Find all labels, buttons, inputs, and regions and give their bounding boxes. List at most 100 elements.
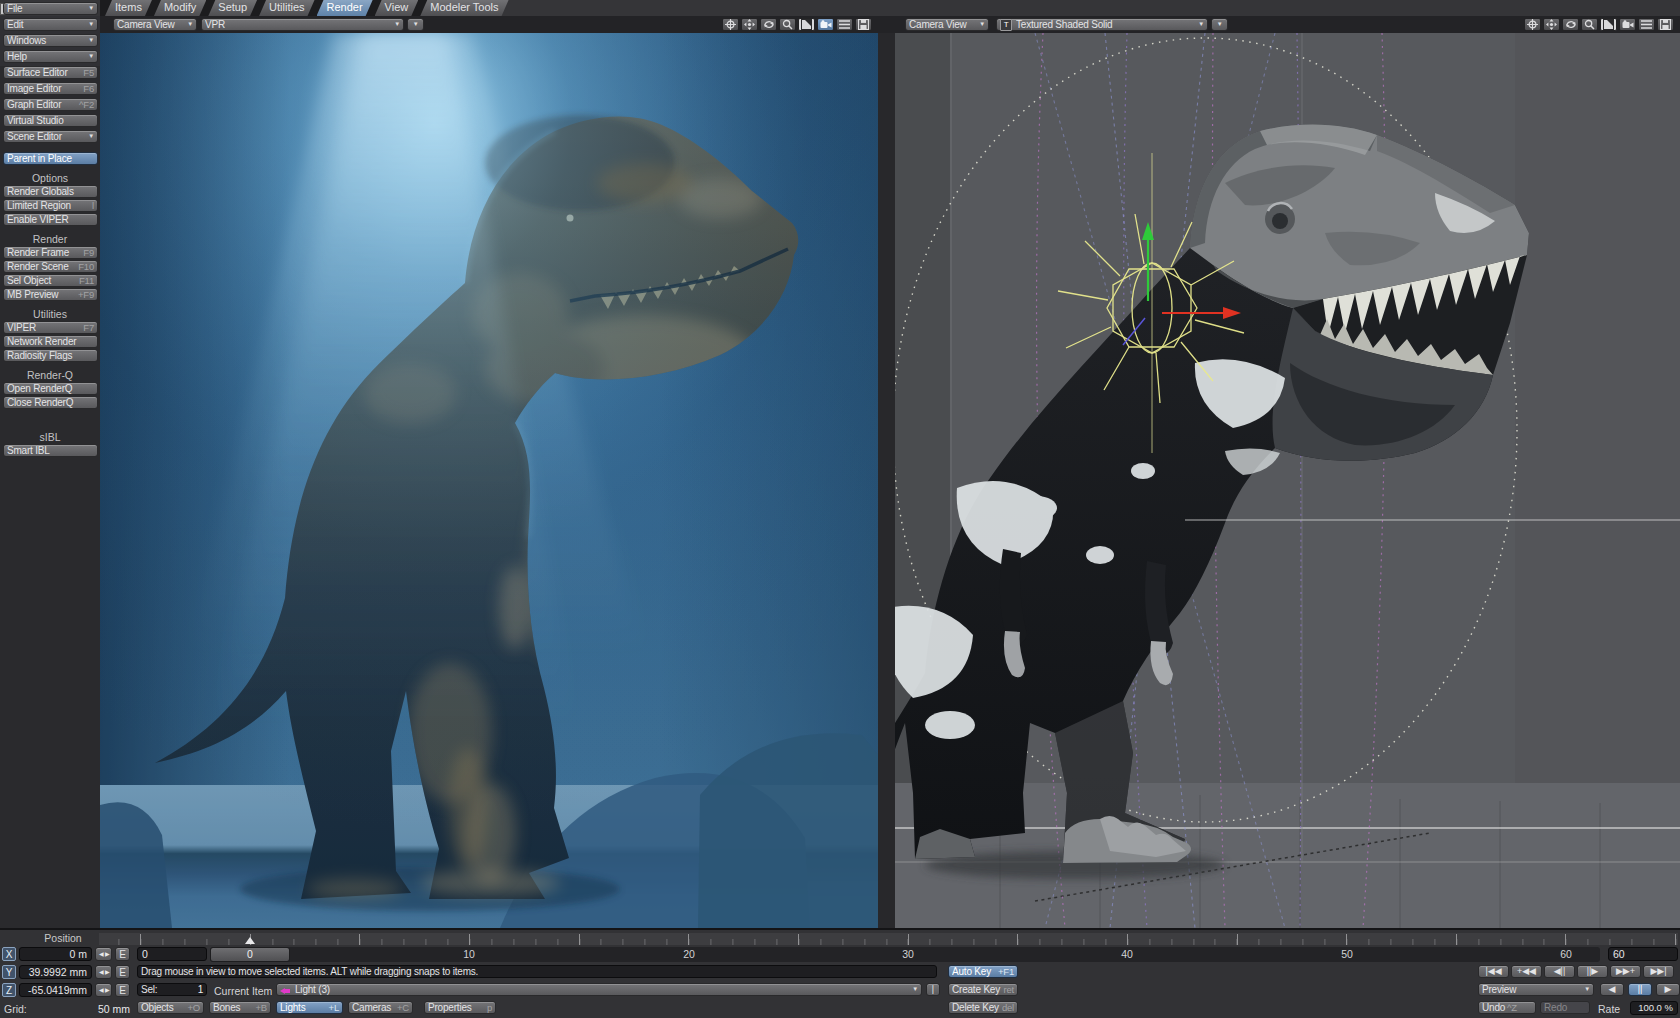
prev-key-button[interactable]: +◀◀ <box>1511 965 1542 978</box>
zoom-icon[interactable] <box>1581 18 1598 31</box>
help-menu[interactable]: Help▼ <box>3 50 98 63</box>
maximize-viewport-icon[interactable] <box>798 18 815 31</box>
next-key-button[interactable]: ▶▶+ <box>1610 965 1641 978</box>
zoom-icon[interactable] <box>779 18 796 31</box>
z-spinner[interactable]: ◀▶ <box>95 983 112 997</box>
pan-icon[interactable] <box>1543 18 1560 31</box>
tab-modeler-tools[interactable]: Modeler Tools <box>420 0 508 16</box>
windows-menu[interactable]: Windows▼ <box>3 34 98 47</box>
play-button[interactable]: ▶ <box>1656 983 1680 996</box>
y-spinner[interactable]: ◀▶ <box>95 965 112 979</box>
render-frame-button[interactable]: Render FrameF9 <box>3 246 98 259</box>
selection-count-field[interactable]: Sel:1 <box>137 983 207 996</box>
tab-utilities[interactable]: Utilities <box>259 0 314 16</box>
tab-setup[interactable]: Setup <box>208 0 257 16</box>
radiosity-flags-button[interactable]: Radiosity Flags <box>3 349 98 362</box>
rotate-icon[interactable] <box>1562 18 1579 31</box>
surface-editor-button[interactable]: Surface EditorF5 <box>3 66 98 79</box>
image-editor-button[interactable]: Image EditorF6 <box>3 82 98 95</box>
tab-view[interactable]: View <box>375 0 419 16</box>
cameras-mode-button[interactable]: Cameras+C <box>348 1001 413 1014</box>
auto-key-button[interactable]: Auto Key+F1 <box>948 965 1018 978</box>
x-envelope-button[interactable]: E <box>115 947 130 961</box>
file-menu[interactable]: File▼ <box>3 2 98 15</box>
enable-viper-button[interactable]: Enable VIPER <box>3 213 98 226</box>
pause-button[interactable]: || <box>1628 983 1652 996</box>
position-x-field[interactable]: 0 m <box>19 947 92 961</box>
edit-menu[interactable]: Edit▼ <box>3 18 98 31</box>
viewport-divider[interactable] <box>878 33 895 928</box>
smart-ibl-button[interactable]: Smart IBL <box>3 444 98 457</box>
end-frame-field[interactable]: 60 <box>1608 947 1678 961</box>
viewport-shaded[interactable] <box>895 33 1680 928</box>
create-key-button[interactable]: Create Keyret <box>948 983 1018 996</box>
go-start-button[interactable]: |◀◀ <box>1478 965 1509 978</box>
tab-render[interactable]: Render <box>317 0 373 16</box>
timeline-track[interactable]: 0 10 20 30 40 50 60 <box>210 947 1600 962</box>
network-render-button[interactable]: Network Render <box>3 335 98 348</box>
left-viewport-menu-button[interactable]: ▼ <box>407 18 424 31</box>
save-view-icon[interactable] <box>1657 18 1674 31</box>
pan-icon[interactable] <box>741 18 758 31</box>
current-item-label: Current Item <box>214 985 272 997</box>
go-end-button[interactable]: ▶▶| <box>1643 965 1674 978</box>
z-envelope-button[interactable]: E <box>115 983 130 997</box>
chevron-down-icon: ▼ <box>88 131 94 142</box>
tab-items[interactable]: Items <box>105 0 152 16</box>
right-view-type-dropdown[interactable]: Camera View▼ <box>905 18 989 31</box>
limited-region-button[interactable]: Limited Regionl <box>3 199 98 212</box>
current-frame-knob[interactable]: 0 <box>210 947 290 962</box>
item-lock-button[interactable]: ❘ <box>926 983 940 996</box>
step-forward-button[interactable]: ||▶ <box>1577 965 1608 978</box>
current-item-dropdown[interactable]: Light (3)▼ <box>276 983 922 996</box>
graph-editor-button[interactable]: Graph Editor^F2 <box>3 98 98 111</box>
left-render-mode-dropdown[interactable]: VPR▼ <box>201 18 404 31</box>
tab-modify[interactable]: Modify <box>154 0 206 16</box>
right-render-mode-dropdown[interactable]: TTextured Shaded Solid▼ <box>996 18 1208 31</box>
timeline-ruler[interactable] <box>99 933 1678 945</box>
move-icon[interactable] <box>1524 18 1541 31</box>
right-viewport-menu-button[interactable]: ▼ <box>1211 18 1228 31</box>
group-title-sibl: sIBL <box>0 431 100 442</box>
start-frame-field[interactable]: 0 <box>137 947 207 961</box>
sel-object-button[interactable]: Sel ObjectF11 <box>3 274 98 287</box>
position-z-field[interactable]: -65.0419mm <box>19 983 92 997</box>
position-y-field[interactable]: 39.9992 mm <box>19 965 92 979</box>
rotate-icon[interactable] <box>760 18 777 31</box>
render-globals-button[interactable]: Render Globals <box>3 185 98 198</box>
viewport-vpr[interactable] <box>100 33 878 928</box>
save-view-icon[interactable] <box>855 18 872 31</box>
axis-z-button[interactable]: Z <box>2 983 16 997</box>
bones-mode-button[interactable]: Bones+B <box>209 1001 271 1014</box>
virtual-studio-button[interactable]: Virtual Studio <box>3 114 98 127</box>
lights-mode-button[interactable]: Lights+L <box>276 1001 343 1014</box>
x-spinner[interactable]: ◀▶ <box>95 947 112 961</box>
undo-button[interactable]: Undo^Z <box>1478 1001 1536 1014</box>
render-scene-button[interactable]: Render SceneF10 <box>3 260 98 273</box>
rate-field[interactable]: 100.0 % <box>1630 1001 1678 1015</box>
scene-editor-button[interactable]: Scene Editor▼ <box>3 130 98 143</box>
step-back-button[interactable]: ◀|| <box>1544 965 1575 978</box>
open-renderq-button[interactable]: Open RenderQ <box>3 382 98 395</box>
delete-key-button[interactable]: Delete Keydel <box>948 1001 1018 1014</box>
camera-icon[interactable] <box>817 18 834 31</box>
properties-button[interactable]: Propertiesp <box>424 1001 496 1014</box>
redo-button[interactable]: Redo <box>1540 1001 1590 1014</box>
axis-y-button[interactable]: Y <box>2 965 16 979</box>
maximize-viewport-icon[interactable] <box>1600 18 1617 31</box>
y-envelope-button[interactable]: E <box>115 965 130 979</box>
mb-preview-button[interactable]: MB Preview+F9 <box>3 288 98 301</box>
objects-mode-button[interactable]: Objects+O <box>137 1001 204 1014</box>
viper-button[interactable]: VIPERF7 <box>3 321 98 334</box>
axis-x-button[interactable]: X <box>2 947 16 961</box>
chevron-down-icon: ▼ <box>88 3 94 14</box>
left-view-type-dropdown[interactable]: Camera View▼ <box>113 18 197 31</box>
parent-in-place-button[interactable]: Parent in Place <box>3 152 98 165</box>
list-icon[interactable] <box>836 18 853 31</box>
move-icon[interactable] <box>722 18 739 31</box>
preview-dropdown[interactable]: Preview▼ <box>1478 983 1594 996</box>
list-icon[interactable] <box>1638 18 1655 31</box>
camera-icon[interactable] <box>1619 18 1636 31</box>
play-reverse-button[interactable]: ◀ <box>1600 983 1624 996</box>
close-renderq-button[interactable]: Close RenderQ <box>3 396 98 409</box>
